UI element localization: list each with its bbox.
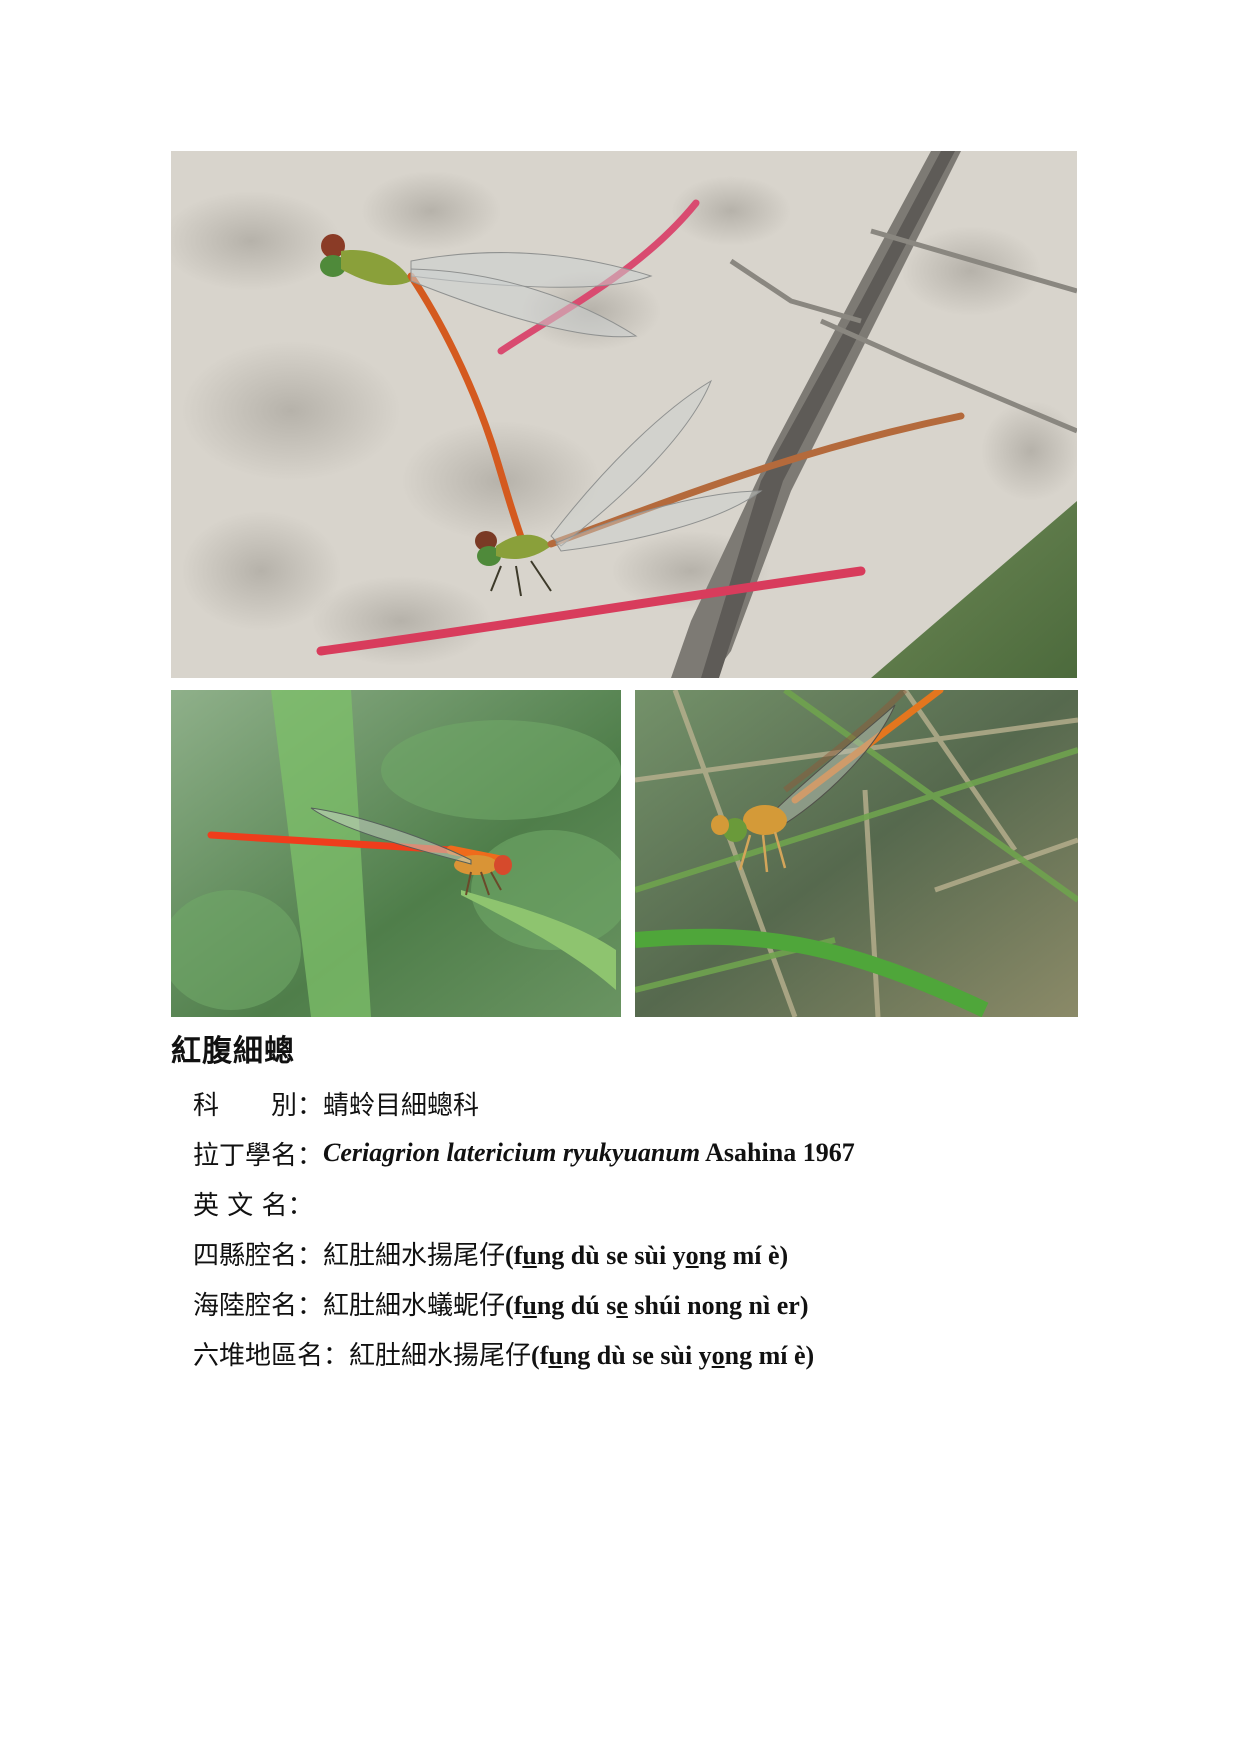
english-name-label: 英 文 名： <box>193 1190 314 1221</box>
hailu-name-row: 海陸腔名： 紅肚細水蟻蚭仔(fung dú se shúi nong nì er… <box>193 1278 855 1328</box>
liudui-rom-2: ng dù se sùi y <box>562 1340 712 1370</box>
bottom-left-photo <box>171 690 621 1017</box>
latin-name-italic: Ceriagrion latericium ryukyuanum <box>323 1138 701 1167</box>
liudui-name-value: 紅肚細水揚尾仔(fung dù se sùi yong mí è) <box>349 1335 814 1372</box>
sixian-rom-1: (f <box>505 1240 523 1270</box>
sixian-han: 紅肚細水揚尾仔 <box>323 1240 506 1271</box>
sixian-rom-2: ng dù se sùi y <box>536 1240 686 1270</box>
liudui-romanization: (fung dù se sùi yong mí è) <box>531 1341 814 1370</box>
latin-name-label: 拉丁學名： <box>193 1140 324 1171</box>
sixian-rom-u2: o <box>685 1240 699 1270</box>
family-value: 蜻蛉目細蟌科 <box>323 1090 480 1121</box>
hailu-name-value: 紅肚細水蟻蚭仔(fung dú se shúi nong nì er) <box>323 1285 808 1322</box>
top-photo <box>171 151 1077 678</box>
bottom-right-photo <box>635 690 1078 1017</box>
hailu-romanization: (fung dú se shúi nong nì er) <box>505 1291 808 1320</box>
liudui-rom-3: ng mí è) <box>724 1340 815 1370</box>
liudui-rom-1: (f <box>531 1340 549 1370</box>
sixian-romanization: (fung dù se sùi yong mí è) <box>505 1241 788 1270</box>
info-list: 科 別： 蜻蛉目細蟌科 拉丁學名： Ceriagrion latericium … <box>193 1078 855 1378</box>
hailu-name-label: 海陸腔名： <box>193 1290 324 1321</box>
hailu-rom-u2: e <box>616 1290 628 1320</box>
family-row: 科 別： 蜻蛉目細蟌科 <box>193 1078 855 1128</box>
hailu-rom-u1: u <box>522 1290 537 1320</box>
hailu-rom-3: shúi nong nì er) <box>627 1290 809 1320</box>
english-name-row: 英 文 名： <box>193 1178 855 1228</box>
hailu-rom-1: (f <box>505 1290 523 1320</box>
latin-name-row: 拉丁學名： Ceriagrion latericium ryukyuanum A… <box>193 1128 855 1178</box>
sixian-name-value: 紅肚細水揚尾仔(fung dù se sùi yong mí è) <box>323 1235 788 1272</box>
liudui-han: 紅肚細水揚尾仔 <box>349 1340 532 1371</box>
latin-name-value: Ceriagrion latericium ryukyuanum Asahina… <box>323 1138 855 1168</box>
liudui-name-label: 六堆地區名： <box>193 1340 350 1371</box>
latin-name-author: Asahina 1967 <box>700 1138 855 1167</box>
liudui-name-row: 六堆地區名： 紅肚細水揚尾仔(fung dù se sùi yong mí è) <box>193 1328 855 1378</box>
sixian-rom-3: ng mí è) <box>698 1240 789 1270</box>
page-title: 紅腹細蟌 <box>171 1034 295 1069</box>
sixian-name-label: 四縣腔名： <box>193 1240 324 1271</box>
family-label: 科 別： <box>193 1090 324 1121</box>
hailu-han: 紅肚細水蟻蚭仔 <box>323 1290 506 1321</box>
sixian-rom-u1: u <box>522 1240 537 1270</box>
liudui-rom-u2: o <box>711 1340 725 1370</box>
hailu-rom-2: ng dú s <box>536 1290 617 1320</box>
liudui-rom-u1: u <box>548 1340 563 1370</box>
sixian-name-row: 四縣腔名： 紅肚細水揚尾仔(fung dù se sùi yong mí è) <box>193 1228 855 1278</box>
